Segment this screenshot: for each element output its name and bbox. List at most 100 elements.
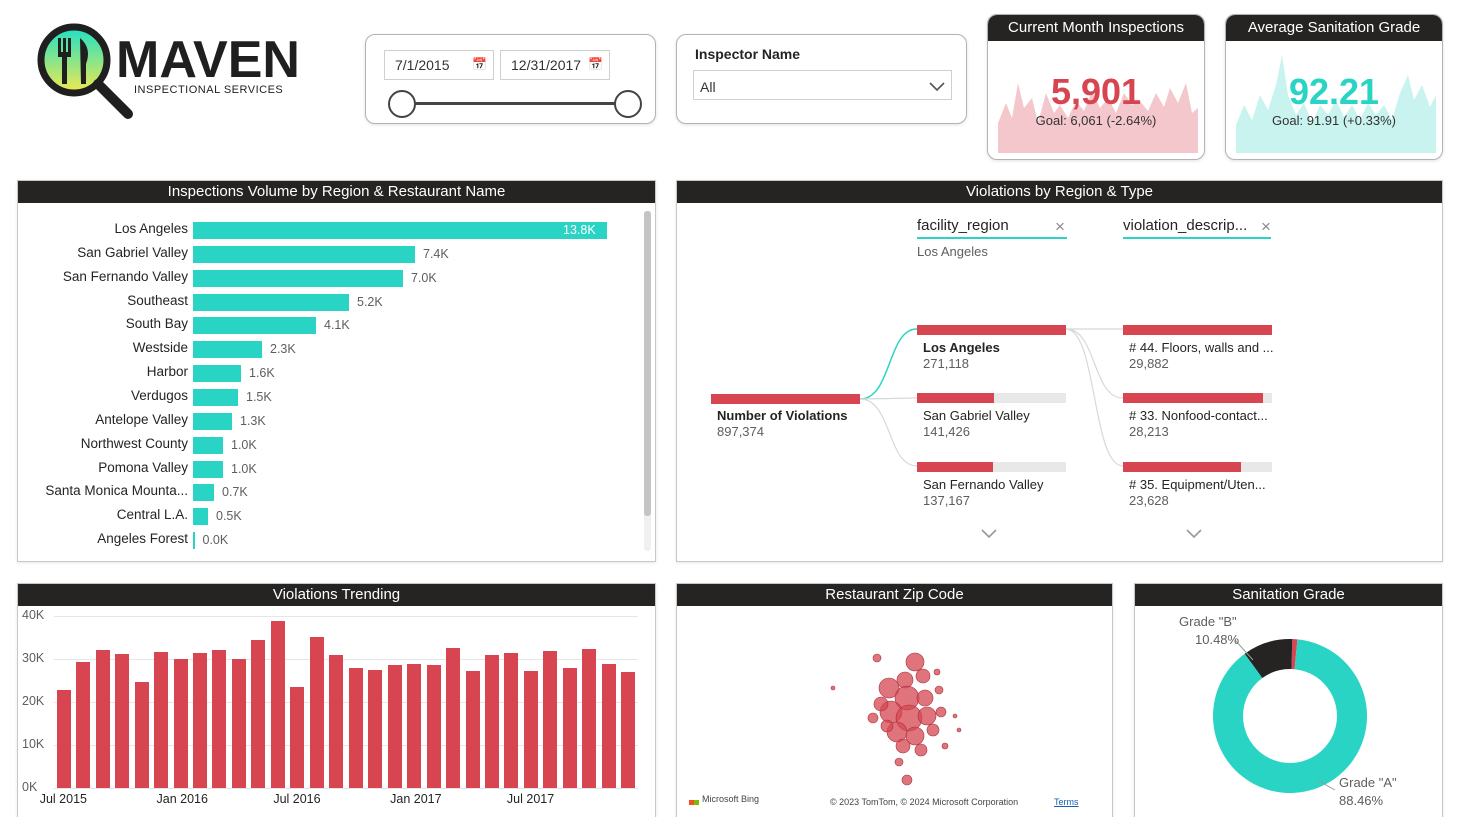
trend-bar[interactable] — [329, 654, 344, 788]
root-node-label: Number of Violations — [717, 408, 848, 423]
panel-title: Violations Trending — [18, 584, 655, 606]
kpi-goal: Goal: 91.91 (+0.33%) — [1272, 113, 1396, 128]
trend-bar[interactable] — [348, 667, 363, 788]
trend-bar[interactable] — [426, 665, 441, 788]
trend-bar[interactable] — [446, 647, 461, 788]
inspector-slicer: Inspector Name All — [676, 34, 967, 124]
trend-bar[interactable] — [290, 686, 305, 788]
region-bar[interactable] — [193, 317, 316, 335]
region-bar[interactable] — [193, 460, 223, 478]
region-bar[interactable] — [193, 532, 195, 550]
inspector-dropdown[interactable]: All — [693, 70, 952, 100]
trend-bar[interactable] — [582, 649, 597, 788]
violations-trending-panel: Violations Trending 40K 30K 20K 10K 0K Jul 20… — [17, 583, 656, 817]
date-slider-track[interactable] — [402, 102, 628, 105]
trend-bar[interactable] — [484, 655, 499, 788]
trend-bar[interactable] — [562, 668, 577, 788]
trend-bar[interactable] — [543, 651, 558, 788]
region-label: Central L.A. — [116, 507, 188, 523]
scrollbar-thumb[interactable] — [644, 211, 651, 516]
region-bar[interactable] — [193, 412, 232, 430]
type-node-bar[interactable] — [1123, 462, 1241, 472]
region-bar[interactable] — [193, 508, 208, 526]
trend-bar[interactable] — [134, 682, 149, 788]
region-value-label: 1.3K — [240, 413, 266, 428]
trend-bar[interactable] — [621, 671, 636, 788]
kpi-current-month-inspections: Current Month Inspections 5,901 Goal: 6,… — [987, 14, 1205, 160]
region-node-bar[interactable] — [917, 325, 1066, 335]
end-date-input[interactable]: 12/31/2017 📅 — [500, 50, 610, 80]
inspector-label: Inspector Name — [695, 46, 801, 62]
trend-bar[interactable] — [192, 652, 207, 788]
trend-bar[interactable] — [504, 653, 519, 788]
trend-bar[interactable] — [368, 669, 383, 788]
region-value-label: 1.5K — [246, 389, 272, 404]
calendar-icon[interactable]: 📅 — [472, 57, 487, 71]
x-tick-label: Jul 2016 — [273, 792, 321, 806]
chevron-down-icon[interactable] — [1185, 527, 1203, 539]
trend-bar[interactable] — [387, 665, 402, 788]
region-bar[interactable] — [193, 365, 241, 383]
terms-link[interactable]: Terms — [1054, 797, 1079, 807]
trend-bar[interactable] — [251, 639, 266, 788]
logo-subtitle: INSPECTIONAL SERVICES — [134, 84, 284, 96]
start-date-input[interactable]: 7/1/2015 📅 — [384, 50, 494, 80]
trend-bar[interactable] — [309, 636, 324, 788]
trend-bar[interactable] — [231, 659, 246, 788]
inspections-volume-panel: Inspections Volume by Region & Restauran… — [17, 180, 656, 562]
region-bar[interactable] — [193, 341, 262, 359]
trend-bar[interactable] — [56, 690, 71, 788]
decomposition-connectors — [859, 328, 1124, 467]
chevron-down-icon[interactable] — [980, 527, 998, 539]
region-bar[interactable] — [193, 388, 238, 406]
trend-bar[interactable] — [407, 664, 422, 788]
region-value-label: 5.2K — [357, 294, 383, 309]
calendar-icon[interactable]: 📅 — [588, 57, 603, 71]
region-bar[interactable] — [193, 269, 403, 287]
scrollbar-track[interactable] — [644, 211, 651, 551]
x-tick-label: Jul 2017 — [506, 792, 555, 806]
trend-bar[interactable] — [601, 664, 616, 788]
kpi-title: Average Sanitation Grade — [1226, 15, 1442, 41]
trend-bar[interactable] — [76, 661, 91, 788]
region-value-label: 7.4K — [423, 246, 449, 261]
type-node-label: # 44. Floors, walls and ... — [1129, 340, 1274, 355]
region-bar[interactable] — [193, 484, 214, 502]
region-node-bar[interactable] — [917, 393, 995, 403]
region-bar[interactable] — [193, 222, 607, 239]
region-label: Westside — [132, 340, 188, 356]
region-label: Southeast — [127, 292, 188, 308]
kpi-value: 92.21 — [1288, 71, 1380, 112]
region-label: Los Angeles — [114, 221, 188, 236]
region-label: Santa Monica Mounta... — [45, 483, 188, 499]
chevron-down-icon[interactable] — [929, 80, 945, 92]
trend-bar[interactable] — [523, 671, 538, 788]
map-bubbles[interactable] — [677, 606, 1114, 806]
trend-bar[interactable] — [270, 621, 285, 788]
date-slider-start-handle[interactable] — [388, 90, 416, 118]
region-label: South Bay — [125, 316, 188, 332]
x-tick-label: Jan 2016 — [156, 792, 208, 806]
region-bar[interactable] — [193, 245, 415, 263]
x-tick-label: Jul 2015 — [39, 792, 87, 806]
trend-bar[interactable] — [115, 653, 130, 788]
root-node-bar[interactable] — [711, 394, 860, 404]
trend-bar[interactable] — [154, 652, 169, 788]
region-label: Pomona Valley — [98, 459, 188, 475]
region-bar[interactable] — [193, 436, 223, 454]
region-label: Northwest County — [80, 435, 188, 451]
trend-bar[interactable] — [465, 671, 480, 788]
type-node-bar[interactable] — [1123, 325, 1272, 335]
trend-bar[interactable] — [95, 649, 110, 788]
bing-label: Microsoft Bing — [702, 794, 760, 804]
trend-bar[interactable] — [212, 649, 227, 788]
trend-bar[interactable] — [173, 659, 188, 788]
region-label: Angeles Forest — [97, 531, 188, 547]
type-node-bar[interactable] — [1123, 393, 1264, 403]
date-slider-end-handle[interactable] — [614, 90, 642, 118]
region-label: Harbor — [146, 364, 188, 380]
region-bar[interactable] — [193, 293, 349, 311]
region-node-bar[interactable] — [917, 462, 993, 472]
y-tick-label: 30K — [22, 651, 45, 665]
inspector-selected-value: All — [700, 79, 716, 95]
